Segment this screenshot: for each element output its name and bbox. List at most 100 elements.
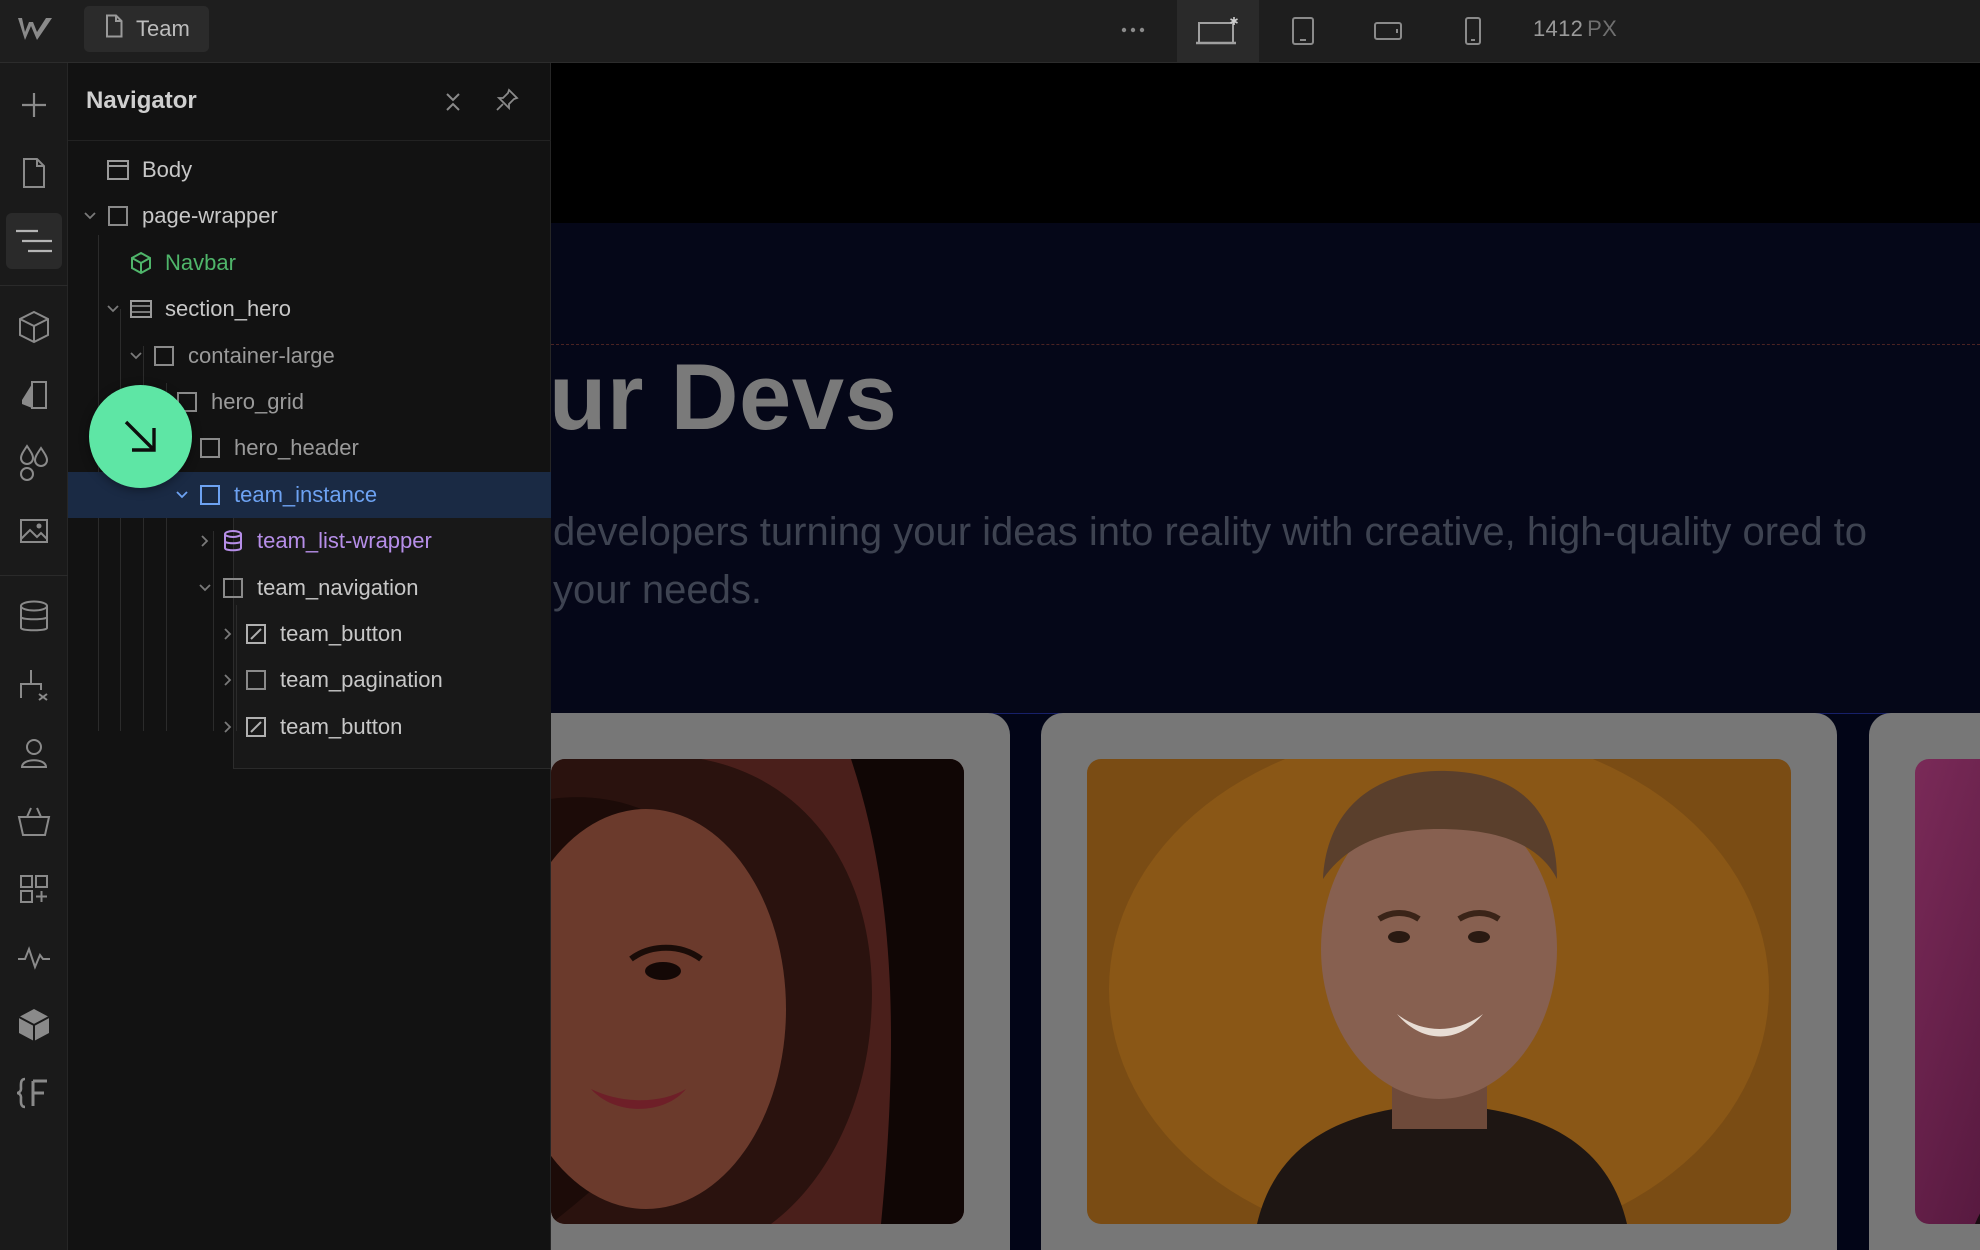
collection-icon	[221, 529, 245, 553]
body-icon	[106, 158, 130, 182]
assets-button[interactable]	[6, 503, 62, 559]
navigator-row-label: container-large	[188, 342, 335, 368]
style-selectors-button[interactable]	[6, 367, 62, 423]
navigator-row-label: team_pagination	[280, 667, 443, 693]
canvas-hero-section[interactable]	[551, 223, 1980, 773]
navigator-row-label: section_hero	[165, 296, 291, 322]
page-icon	[104, 14, 124, 44]
box-icon	[221, 576, 245, 600]
collapse-icon	[446, 93, 460, 111]
navigator-icon	[16, 229, 52, 253]
navigator-row-label: team_instance	[234, 481, 378, 507]
chevron-right-icon[interactable]	[218, 670, 238, 690]
audit-button[interactable]	[6, 929, 62, 985]
section-icon	[129, 297, 153, 321]
logic-button[interactable]	[6, 657, 62, 713]
finsweet-button[interactable]	[6, 1065, 62, 1121]
chevron-right-icon[interactable]	[218, 624, 238, 644]
mobile-portrait-icon	[1465, 17, 1481, 45]
team-card[interactable]	[551, 713, 1010, 1250]
apps-button[interactable]	[6, 861, 62, 917]
navigator-row-label: Body	[142, 157, 193, 182]
hero-subtitle[interactable]: developers turning your ideas into reali…	[553, 503, 1953, 619]
chevron-down-icon[interactable]	[126, 346, 146, 366]
navigator-row-label: Navbar	[165, 249, 236, 275]
cms-button[interactable]	[6, 589, 62, 645]
navigator-row-label: team_button	[280, 621, 403, 646]
webflow-designer: Team 1412 PX Navigator Body page-wrapper…	[0, 0, 1980, 1250]
audit-icon	[18, 946, 50, 970]
apps-icon	[20, 875, 48, 903]
left-icon-rail	[0, 63, 68, 1250]
variables-button[interactable]	[6, 435, 62, 491]
chevron-down-icon[interactable]	[195, 578, 215, 598]
page-name: Team	[136, 16, 190, 41]
navigator-row-label: page-wrapper	[142, 203, 278, 229]
cms-icon	[20, 600, 48, 632]
navigator-row-section_hero[interactable]: section_hero	[68, 286, 551, 332]
ecommerce-button[interactable]	[6, 793, 62, 849]
breakpoint-tablet-button[interactable]	[1262, 0, 1344, 62]
components-icon	[19, 310, 49, 344]
components-button[interactable]	[6, 299, 62, 355]
webflow-logo-icon[interactable]	[16, 14, 54, 44]
arrow-down-right-icon	[124, 420, 156, 452]
more-options-button[interactable]	[1113, 10, 1153, 50]
navigator-panel: Navigator Body page-wrapper Navbar section_…	[68, 63, 551, 1250]
breakpoint-mobile-portrait-button[interactable]	[1432, 0, 1514, 62]
canvas-navbar-area[interactable]	[551, 63, 1980, 223]
navigator-button[interactable]	[6, 213, 62, 269]
add-elements-button[interactable]	[6, 77, 62, 133]
more-horizontal-icon	[1121, 27, 1145, 33]
style-selectors-icon	[22, 381, 47, 409]
page-selector[interactable]: Team	[84, 6, 209, 52]
chevron-right-icon[interactable]	[218, 717, 238, 737]
tablet-icon	[1292, 17, 1314, 45]
pages-button[interactable]	[6, 145, 62, 201]
team-photo	[1087, 759, 1791, 1224]
users-icon	[20, 739, 48, 768]
logic-icon	[20, 670, 48, 701]
assets-icon	[20, 519, 48, 543]
navigator-row-label: team_list-wrapper	[257, 528, 432, 554]
breakpoint-mobile-landscape-button[interactable]	[1347, 0, 1429, 62]
link-block-icon	[244, 622, 268, 646]
navigator-row-team_button[interactable]: team_button	[68, 704, 551, 750]
team-card[interactable]	[1869, 713, 1980, 1250]
navigator-row-Navbar[interactable]: Navbar	[68, 240, 551, 286]
chevron-down-icon[interactable]	[80, 206, 100, 226]
navigator-row-container-large[interactable]: container-large	[68, 333, 551, 379]
desktop-base-breakpoint-icon	[1196, 17, 1238, 45]
navigator-row-page-wrapper[interactable]: page-wrapper	[68, 193, 551, 239]
box-icon	[106, 204, 130, 228]
link-block-icon	[244, 715, 268, 739]
design-canvas[interactable]: ur Devs developers turning your ideas in…	[551, 63, 1980, 1250]
pin-panel-button[interactable]	[492, 85, 522, 115]
navigator-row-team_pagination[interactable]: team_pagination	[68, 657, 551, 703]
navigator-row-label: hero_grid	[211, 389, 304, 414]
chevron-right-icon[interactable]	[195, 531, 215, 551]
finsweet-icon	[16, 1077, 47, 1109]
navigator-row-Body[interactable]: Body	[68, 147, 551, 193]
navigator-row-team_list-wrapper[interactable]: team_list-wrapper	[68, 518, 551, 564]
team-card[interactable]	[1041, 713, 1837, 1250]
chevron-down-icon[interactable]	[103, 299, 123, 319]
rail-divider	[0, 285, 68, 286]
ecommerce-icon	[17, 807, 51, 836]
breakpoint-desktop-button[interactable]	[1177, 0, 1259, 62]
hero-title[interactable]: ur Devs	[551, 343, 897, 451]
navigator-row-label: hero_header	[234, 435, 359, 461]
navigator-row-team_button[interactable]: team_button	[68, 611, 551, 657]
mobile-landscape-icon	[1374, 22, 1402, 40]
box-icon	[198, 436, 222, 460]
chevron-down-icon[interactable]	[172, 485, 192, 505]
navigator-row-team_navigation[interactable]: team_navigation	[68, 565, 551, 611]
libraries-button[interactable]	[6, 997, 62, 1053]
collapse-all-button[interactable]	[438, 87, 468, 117]
pin-icon	[496, 88, 519, 111]
users-button[interactable]	[6, 725, 62, 781]
top-bar: Team 1412 PX	[0, 0, 1980, 63]
team-photo	[551, 759, 964, 1224]
canvas-width-value: 1412	[1533, 16, 1584, 41]
add-icon	[22, 93, 46, 117]
